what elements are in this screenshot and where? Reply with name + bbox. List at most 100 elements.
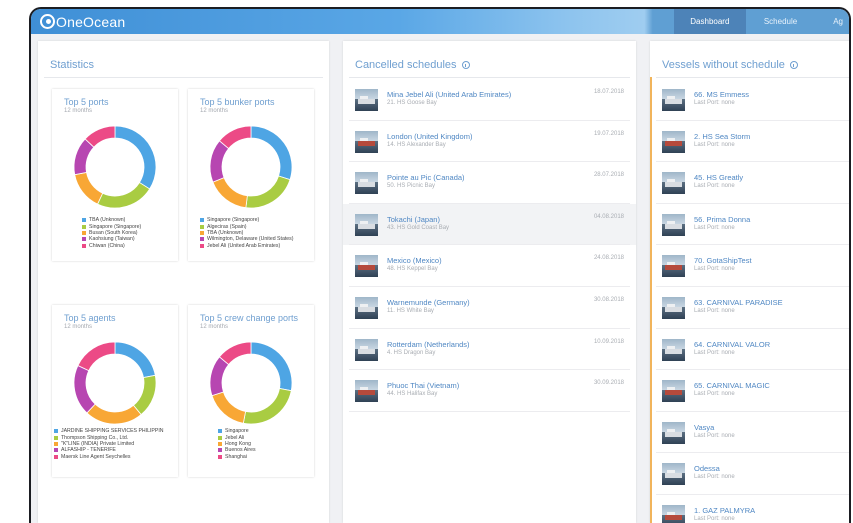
card-title: Top 5 ports xyxy=(64,97,109,107)
list-item-title[interactable]: 65. CARNIVAL MAGIC xyxy=(694,381,770,390)
list-item[interactable]: Rotterdam (Netherlands) 4. HS Dragon Bay 1… xyxy=(343,329,636,371)
chart-legend: TBA (Unknown) Singapore (Singapore) Busan … xyxy=(52,217,178,249)
list-item-title[interactable]: Rotterdam (Netherlands) xyxy=(387,340,470,349)
legend-label: Wilmington, Delaware (United States) xyxy=(207,236,294,243)
list-item-subtitle: Last Port: none xyxy=(694,349,735,356)
donut-slice[interactable] xyxy=(132,374,157,416)
list-item-title[interactable]: 66. MS Emmess xyxy=(694,90,749,99)
donut-slice[interactable] xyxy=(74,171,104,205)
list-item-date: 30.09.2018 xyxy=(593,380,624,387)
card-title: Top 5 crew change ports xyxy=(200,313,299,323)
list-item-subtitle: 48. HS Keppel Bay xyxy=(387,266,438,273)
list-item[interactable]: 64. CARNIVAL VALOR Last Port: none xyxy=(650,329,849,371)
list-item-title[interactable]: 64. CARNIVAL VALOR xyxy=(694,340,770,349)
list-item-title[interactable]: Phuoc Thai (Vietnam) xyxy=(387,381,459,390)
list-item-title[interactable]: Mexico (Mexico) xyxy=(387,256,442,265)
list-item[interactable]: Mexico (Mexico) 48. HS Keppel Bay 24.08.20… xyxy=(343,245,636,287)
donut-slice[interactable] xyxy=(97,181,151,209)
donut-slice[interactable] xyxy=(245,175,291,209)
row-divider xyxy=(349,410,630,412)
list-item-subtitle: Last Port: none xyxy=(694,308,735,314)
list-item-title[interactable]: 1. GAZ PALMYRA xyxy=(694,506,755,515)
vessel-thumbnail xyxy=(355,172,378,195)
list-item[interactable]: Odessa Last Port: none xyxy=(650,453,849,495)
list-item[interactable]: 45. HS Greatly Last Port: none xyxy=(650,162,849,204)
donut-slice[interactable] xyxy=(218,341,252,366)
list-item[interactable]: 70. GotaShipTest Last Port: none xyxy=(650,245,849,287)
donut-slice[interactable] xyxy=(73,365,96,414)
vessel-thumbnail xyxy=(355,380,378,403)
list-item-date: 18.07.2018 xyxy=(593,89,624,95)
donut-slice[interactable] xyxy=(250,341,293,392)
list-item[interactable]: 1. GAZ PALMYRA Last Port: none xyxy=(650,495,849,523)
card-subtitle: 12 months xyxy=(64,108,93,114)
list-item-subtitle: 14. HS Alexander Bay xyxy=(387,141,446,148)
legend-swatch xyxy=(82,230,86,235)
donut-chart[interactable] xyxy=(72,340,158,426)
logo-icon xyxy=(40,14,55,29)
list-item[interactable]: 65. CARNIVAL MAGIC Last Port: none xyxy=(650,370,849,412)
nav-schedule[interactable]: Schedule xyxy=(746,9,815,34)
oneocean-logo[interactable]: OneOcean xyxy=(40,13,125,30)
donut-slice[interactable] xyxy=(114,341,156,379)
list-item-title[interactable]: 56. Prima Donna xyxy=(694,215,750,224)
list-item-title[interactable]: Warnemunde (Germany) xyxy=(387,298,470,307)
list-item[interactable]: Vasya Last Port: none xyxy=(650,412,849,454)
list-item-subtitle: 43. HS Gold Coast Bay xyxy=(387,224,450,231)
donut-slice[interactable] xyxy=(218,125,252,150)
list-item[interactable]: London (United Kingdom) 14. HS Alexander … xyxy=(343,121,636,163)
list-item-subtitle: 21. HS Goose Bay xyxy=(387,100,437,106)
info-icon[interactable] xyxy=(461,61,470,69)
donut-slice[interactable] xyxy=(250,125,293,181)
legend-label: TBA (Unknown) xyxy=(207,229,244,236)
donut-slice[interactable] xyxy=(209,140,230,183)
vessel-thumbnail xyxy=(662,338,685,361)
list-item[interactable]: Phuoc Thai (Vietnam) 44. HS Halifax Bay 30… xyxy=(343,370,636,412)
donut-chart[interactable] xyxy=(208,124,294,210)
info-icon[interactable] xyxy=(789,61,798,69)
list-item-title[interactable]: Tokachi (Japan) xyxy=(387,215,440,224)
list-item-title[interactable]: 63. CARNIVAL PARADISE xyxy=(694,298,783,307)
donut-slice[interactable] xyxy=(114,125,157,190)
cancelled-schedules-panel: Cancelled schedules Mina Jebel Ali (Unit… xyxy=(343,41,636,523)
legend-label: Shanghai xyxy=(225,453,247,460)
list-item[interactable]: Pointe au Pic (Canada) 50. HS Picnic Bay 2… xyxy=(343,162,636,204)
list-item-title[interactable]: 70. GotaShipTest xyxy=(694,256,752,265)
legend-swatch xyxy=(54,441,58,446)
list-item[interactable]: Tokachi (Japan) 43. HS Gold Coast Bay 04.0… xyxy=(343,203,636,246)
list-item-title[interactable]: 2. HS Sea Storm xyxy=(694,132,750,141)
donut-slice[interactable] xyxy=(211,391,247,424)
legend-label: Maersk Line Agent Seychelles xyxy=(61,453,131,460)
legend-label: Kaohsiung (Taiwan) xyxy=(89,236,135,243)
vessel-thumbnail xyxy=(662,255,685,278)
cancelled-title-text: Cancelled schedules xyxy=(355,59,457,71)
donut-slice[interactable] xyxy=(77,341,116,372)
list-item[interactable]: Warnemunde (Germany) 11. HS White Bay 30.0… xyxy=(343,287,636,329)
legend-item: Maersk Line Agent Seychelles xyxy=(54,454,178,460)
main-nav: Dashboard Schedule Ag xyxy=(673,9,849,34)
nav-dashboard[interactable]: Dashboard xyxy=(673,9,746,34)
list-item-title[interactable]: Odessa xyxy=(694,464,720,473)
vessel-thumbnail xyxy=(355,213,378,236)
donut-chart[interactable] xyxy=(208,340,294,426)
list-item[interactable]: 56. Prima Donna Last Port: none xyxy=(650,204,849,246)
legend-swatch xyxy=(200,218,204,223)
nav-agents[interactable]: Ag xyxy=(815,9,849,34)
donut-slice[interactable] xyxy=(86,403,142,425)
list-item-title[interactable]: Vasya xyxy=(694,423,714,432)
list-item-subtitle: Last Port: none xyxy=(694,224,735,231)
list-item[interactable]: 2. HS Sea Storm Last Port: none xyxy=(650,121,849,163)
donut-chart[interactable] xyxy=(72,124,158,210)
donut-slice[interactable] xyxy=(212,177,248,209)
list-item[interactable]: 63. CARNIVAL PARADISE Last Port: none xyxy=(650,287,849,329)
list-item-title[interactable]: Mina Jebel Ali (United Arab Emirates) xyxy=(387,90,511,99)
list-item-title[interactable]: London (United Kingdom) xyxy=(387,132,472,141)
list-item-title[interactable]: Pointe au Pic (Canada) xyxy=(387,173,465,182)
list-item-title[interactable]: 45. HS Greatly xyxy=(694,173,743,182)
legend-swatch xyxy=(218,429,222,434)
legend-label: Algeciras (Spain) xyxy=(207,223,247,230)
donut-slice[interactable] xyxy=(242,387,292,425)
card-subtitle: 12 months xyxy=(64,324,93,330)
list-item[interactable]: Mina Jebel Ali (United Arab Emirates) 21.… xyxy=(343,79,636,121)
list-item[interactable]: 66. MS Emmess Last Port: none xyxy=(650,79,849,121)
